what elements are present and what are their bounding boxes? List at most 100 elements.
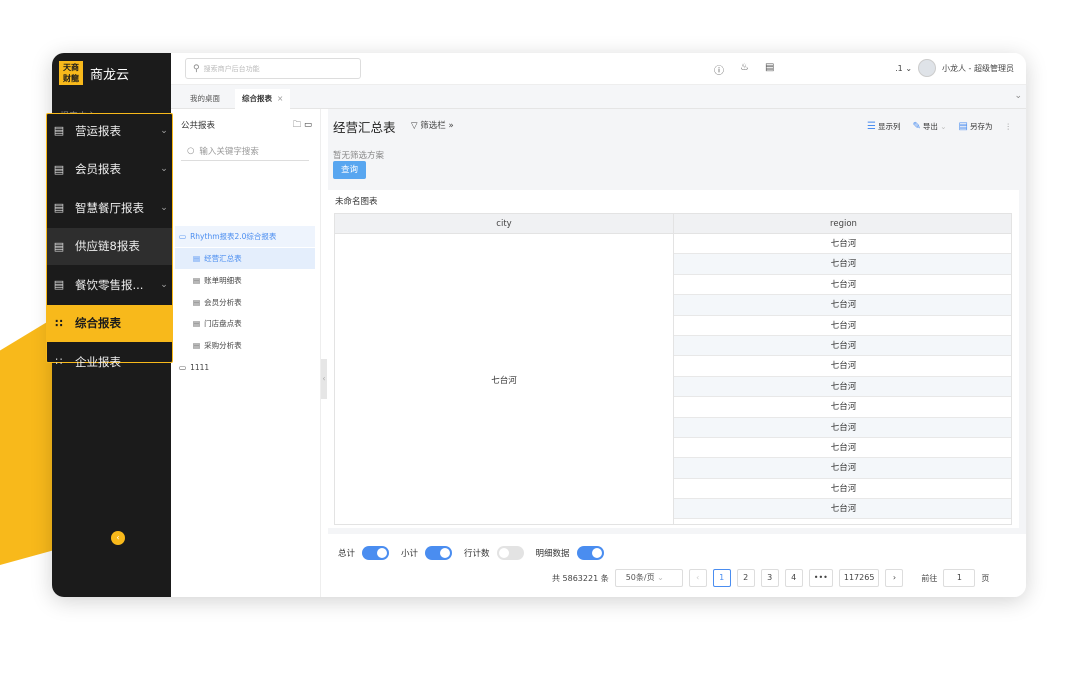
bell-icon[interactable]: ♨ — [740, 62, 749, 77]
menu-item-1[interactable]: ▤ 会员报表 ⌄ — [47, 151, 172, 188]
toggle-detail-data[interactable]: 明细数据 — [536, 546, 604, 560]
toggle-total[interactable]: 总计 — [338, 546, 390, 560]
page-4[interactable]: 4 — [784, 569, 803, 587]
tree-item-purchase-analysis[interactable]: ▤ 采购分析表 — [175, 335, 315, 356]
collapse-sidebar-button[interactable]: ‹ — [111, 531, 125, 545]
page-3[interactable]: 3 — [760, 569, 779, 587]
filter-toggle-label: 筛选栏 — [420, 121, 446, 131]
logo-mark: 天商 财龍 — [59, 61, 83, 85]
tree-search-placeholder: 输入关键字搜索 — [199, 146, 259, 157]
export-button[interactable]: ✎ 导出 ⌄ — [912, 121, 946, 132]
user-area: .1 ⌄ 小龙人 - 超级管理员 — [895, 59, 1014, 77]
page-last[interactable]: 117265 — [838, 569, 880, 587]
version-selector[interactable]: .1 ⌄ — [895, 64, 912, 73]
toggle-row-count[interactable]: 行计数 — [464, 546, 524, 560]
menu-item-2[interactable]: ▤ 智慧餐厅报表 ⌄ — [47, 189, 172, 226]
logo[interactable]: 天商 财龍 商龙云 — [59, 61, 129, 85]
chart-name: 未命名图表 — [335, 197, 378, 207]
panel-splitter-handle[interactable]: ‹ — [321, 359, 327, 399]
column-header-city[interactable]: city — [335, 214, 674, 234]
menu-item-0[interactable]: ▤ 营运报表 ⌄ — [47, 112, 172, 149]
menu-item-3[interactable]: ▤ 供应链8报表 — [47, 227, 172, 265]
tree-node-label: Rhythm报表2.0综合报表 — [190, 232, 277, 241]
goto-page-input[interactable]: 1 — [943, 569, 976, 587]
menu-item-4[interactable]: ▤ 餐饮零售报... ⌄ — [47, 266, 172, 303]
page-2[interactable]: 2 — [736, 569, 755, 587]
filter-toggle[interactable]: ▽ 筛选栏 » — [411, 119, 454, 131]
add-folder-icon[interactable]: ▭ — [304, 120, 312, 130]
table-row: 七台河 — [674, 275, 1011, 296]
folder-open-icon: ▭ — [179, 232, 187, 241]
more-icon[interactable]: ⋮ — [1005, 122, 1013, 131]
tree-item-business-summary[interactable]: ▤ 经营汇总表 — [175, 248, 315, 269]
page-1[interactable]: 1 — [712, 569, 731, 587]
query-button[interactable]: 查询 — [333, 161, 366, 179]
tree-item-store-inventory[interactable]: ▤ 门店盘点表 — [175, 313, 315, 334]
user-name[interactable]: 小龙人 - 超级管理员 — [942, 63, 1014, 74]
tree-node-label: 采购分析表 — [204, 341, 242, 350]
search-icon: ○ — [187, 145, 195, 156]
tree-folder-1111[interactable]: ▭ 1111 — [175, 357, 315, 378]
table-row: 七台河 — [674, 376, 1011, 398]
avatar[interactable] — [918, 59, 937, 77]
tab-reports[interactable]: 综合报表 × — [235, 89, 291, 109]
page-size-select[interactable]: 50条/页 ⌄ — [614, 569, 683, 587]
tab-desktop[interactable]: 我的桌面 — [183, 89, 227, 109]
tree-header: 公共报表 🗀 ▭ — [181, 119, 312, 133]
toggle-label: 行计数 — [464, 549, 490, 559]
columns-label: 显示列 — [877, 122, 901, 131]
switch[interactable] — [496, 546, 524, 560]
tree-node-label: 经营汇总表 — [204, 254, 242, 263]
folder-icon[interactable]: 🗀 — [293, 120, 302, 130]
tree-node-label: 账单明细表 — [204, 276, 242, 285]
tree-item-member-analysis[interactable]: ▤ 会员分析表 — [175, 292, 315, 313]
table-row: 七台河 — [674, 234, 1011, 255]
switch[interactable] — [425, 546, 453, 560]
page-ellipsis[interactable]: ••• — [808, 569, 833, 587]
file-icon: ▤ — [193, 341, 201, 350]
prev-page-button[interactable]: ‹ — [688, 569, 707, 587]
menu-item-label: 企业报表 — [75, 354, 121, 369]
toggle-subtotal[interactable]: 小计 — [401, 546, 453, 560]
switch[interactable] — [362, 546, 390, 560]
next-page-button[interactable]: › — [885, 569, 904, 587]
switch[interactable] — [576, 546, 604, 560]
info-icon[interactable]: ⓘ — [714, 62, 724, 77]
chevron-down-icon[interactable]: ⌄ — [1014, 91, 1022, 101]
tree-title: 公共报表 — [181, 121, 216, 131]
table-row: 七台河 — [674, 479, 1011, 500]
restaurant-report-icon: ▤ — [53, 201, 65, 214]
version-label: .1 — [895, 63, 903, 73]
report-footer: 总计 小计 行计数 明细数据 共 5863221 条 50条/页 ⌄ ‹ 1 2… — [328, 534, 1026, 597]
column-header-region[interactable]: region — [674, 214, 1011, 234]
search-icon: ⚲ — [193, 63, 200, 74]
folder-icon: ▭ — [179, 363, 187, 372]
chevron-down-icon: ⌄ — [940, 122, 947, 131]
tree-search-input[interactable]: ○ 输入关键字搜索 — [181, 141, 309, 161]
clipboard-icon[interactable]: ▤ — [765, 62, 774, 77]
table-row: 七台河 — [674, 438, 1011, 459]
merged-city-cell: 七台河 — [335, 234, 674, 524]
save-as-button[interactable]: ▤ 另存为 — [959, 121, 993, 132]
table-row: 七台河 — [674, 417, 1011, 438]
report-icon: ▤ — [53, 124, 65, 137]
toggle-label: 总计 — [338, 549, 356, 559]
chevron-down-icon: ⌄ — [657, 573, 664, 582]
menu-item-5[interactable]: ∷ 综合报表 — [47, 304, 172, 342]
menu-item-6[interactable]: ∷ 企业报表 — [47, 343, 172, 380]
chevron-double-down-icon: » — [448, 121, 454, 131]
table-row: 七台河 — [674, 335, 1011, 357]
close-icon[interactable]: × — [277, 94, 283, 103]
region-rows: 七台河 七台河 七台河 七台河 七台河 七台河 七台河 七台河 七台河 七台河 七台河 七台河 七台河七… — [674, 234, 1011, 520]
columns-button[interactable]: ☰ 显示列 — [867, 121, 900, 132]
no-filter-text: 暂无筛选方案 — [333, 151, 385, 161]
report-actions: ☰ 显示列 ✎ 导出 ⌄ ▤ 另存为 ⋮ — [867, 121, 1012, 132]
tree-item-bill-detail[interactable]: ▤ 账单明细表 — [175, 270, 315, 291]
tree-folder-rhythm[interactable]: ▭ Rhythm报表2.0综合报表 — [175, 226, 315, 247]
global-search-input[interactable]: ⚲ 搜索商户后台功能 — [185, 58, 361, 79]
file-icon: ▤ — [193, 276, 201, 285]
report-table: city region 七台河 七台河 七台河 七台河 七台河 七台河 七台河 七台河 七台河… — [334, 213, 1012, 525]
hierarchy-icon: ∷ — [55, 355, 63, 368]
save-as-label: 另存为 — [970, 122, 993, 131]
goto-suffix: 页 — [981, 573, 990, 583]
